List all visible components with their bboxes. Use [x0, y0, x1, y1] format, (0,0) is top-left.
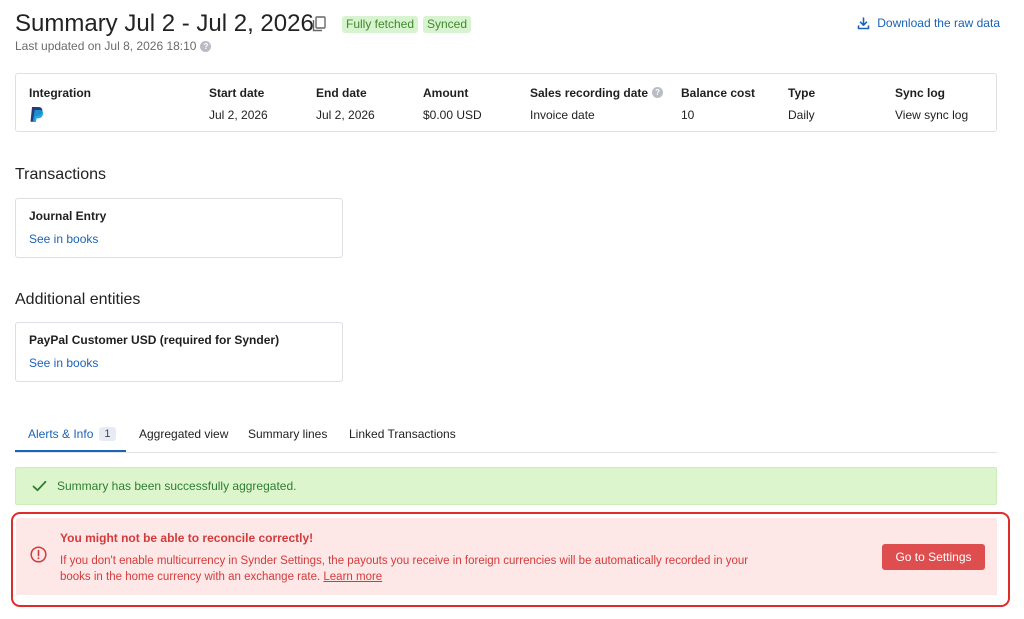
type-value: Daily: [788, 108, 815, 122]
download-label: Download the raw data: [877, 16, 1000, 30]
transactions-title: Transactions: [15, 166, 106, 183]
success-message: Summary has been successfully aggregated…: [57, 479, 297, 493]
paypal-logo-icon: [30, 107, 44, 122]
sales-recording-date-column: Sales recording date ? Invoice date: [530, 85, 664, 122]
amount-column: Amount $0.00 USD: [423, 85, 482, 123]
balance-cost-header: Balance cost: [681, 85, 756, 100]
view-sync-log-link[interactable]: View sync log: [895, 108, 968, 122]
page-title: Summary Jul 2 - Jul 2, 2026: [15, 10, 314, 37]
warning-message-text: If you don't enable multicurrency in Syn…: [60, 555, 749, 583]
integration-header: Integration: [29, 85, 91, 100]
last-updated-text: Last updated on Jul 8, 2026 18:10: [15, 39, 197, 53]
sync-log-column: Sync log View sync log: [895, 85, 968, 123]
copy-icon[interactable]: [312, 16, 326, 32]
see-in-books-link[interactable]: See in books: [29, 232, 98, 246]
end-date-column: End date Jul 2, 2026: [316, 85, 375, 123]
download-raw-data-link[interactable]: Download the raw data: [857, 16, 1000, 30]
sync-log-header: Sync log: [895, 85, 946, 100]
sales-recording-date-header: Sales recording date ?: [530, 85, 664, 100]
tab-alerts-info-label: Alerts & Info: [28, 427, 94, 441]
status-badge-fully-fetched: Fully fetched: [342, 16, 419, 33]
journal-entry-card: Journal Entry See in books: [15, 198, 343, 258]
help-icon[interactable]: ?: [652, 87, 664, 98]
sales-recording-date-label: Sales recording date: [530, 85, 649, 100]
start-date-header: Start date: [209, 85, 265, 100]
download-icon: [857, 16, 870, 29]
last-updated: Last updated on Jul 8, 2026 18:10 ?: [15, 39, 212, 53]
active-tab-indicator: [15, 450, 126, 452]
tab-alerts-info[interactable]: Alerts & Info 1: [28, 427, 116, 441]
tab-bar: Alerts & Info 1 Aggregated view Summary …: [15, 418, 997, 453]
tab-linked-transactions[interactable]: Linked Transactions: [349, 427, 456, 441]
start-date-value: Jul 2, 2026: [209, 108, 268, 122]
summary-header: Summary Jul 2 - Jul 2, 2026 Fully fetche…: [15, 10, 1000, 54]
go-to-settings-button[interactable]: Go to Settings: [882, 544, 985, 570]
tab-aggregated-view[interactable]: Aggregated view: [139, 427, 228, 441]
type-column: Type Daily: [788, 85, 816, 123]
type-header: Type: [788, 85, 816, 100]
learn-more-link[interactable]: Learn more: [323, 571, 382, 583]
amount-header: Amount: [423, 85, 469, 100]
end-date-value: Jul 2, 2026: [316, 108, 375, 122]
help-icon[interactable]: ?: [200, 40, 212, 52]
journal-entry-heading: Journal Entry: [29, 209, 107, 223]
success-alert: Summary has been successfully aggregated…: [15, 467, 997, 505]
warning-message: If you don't enable multicurrency in Syn…: [60, 553, 760, 585]
balance-cost-column: Balance cost 10: [681, 85, 756, 123]
integration-column: Integration: [29, 85, 91, 126]
paypal-customer-card: PayPal Customer USD (required for Synder…: [15, 322, 343, 382]
additional-entities-title: Additional entities: [15, 291, 141, 308]
end-date-header: End date: [316, 85, 367, 100]
tab-summary-lines[interactable]: Summary lines: [248, 427, 327, 441]
alerts-count-badge: 1: [99, 427, 116, 441]
balance-cost-value: 10: [681, 108, 695, 122]
warning-title: You might not be able to reconcile corre…: [60, 531, 314, 545]
see-in-books-link[interactable]: See in books: [29, 356, 98, 370]
paypal-customer-heading: PayPal Customer USD (required for Synder…: [29, 333, 280, 347]
warning-alert: You might not be able to reconcile corre…: [16, 518, 997, 595]
status-badge-synced: Synced: [423, 16, 472, 33]
warning-icon: [30, 546, 47, 563]
checkmark-icon: [32, 480, 47, 492]
summary-info-card: Integration Start date Jul 2, 2026 End d…: [15, 73, 997, 132]
start-date-column: Start date Jul 2, 2026: [209, 85, 268, 123]
sales-recording-date-value: Invoice date: [530, 108, 595, 122]
amount-value: $0.00 USD: [423, 108, 482, 122]
